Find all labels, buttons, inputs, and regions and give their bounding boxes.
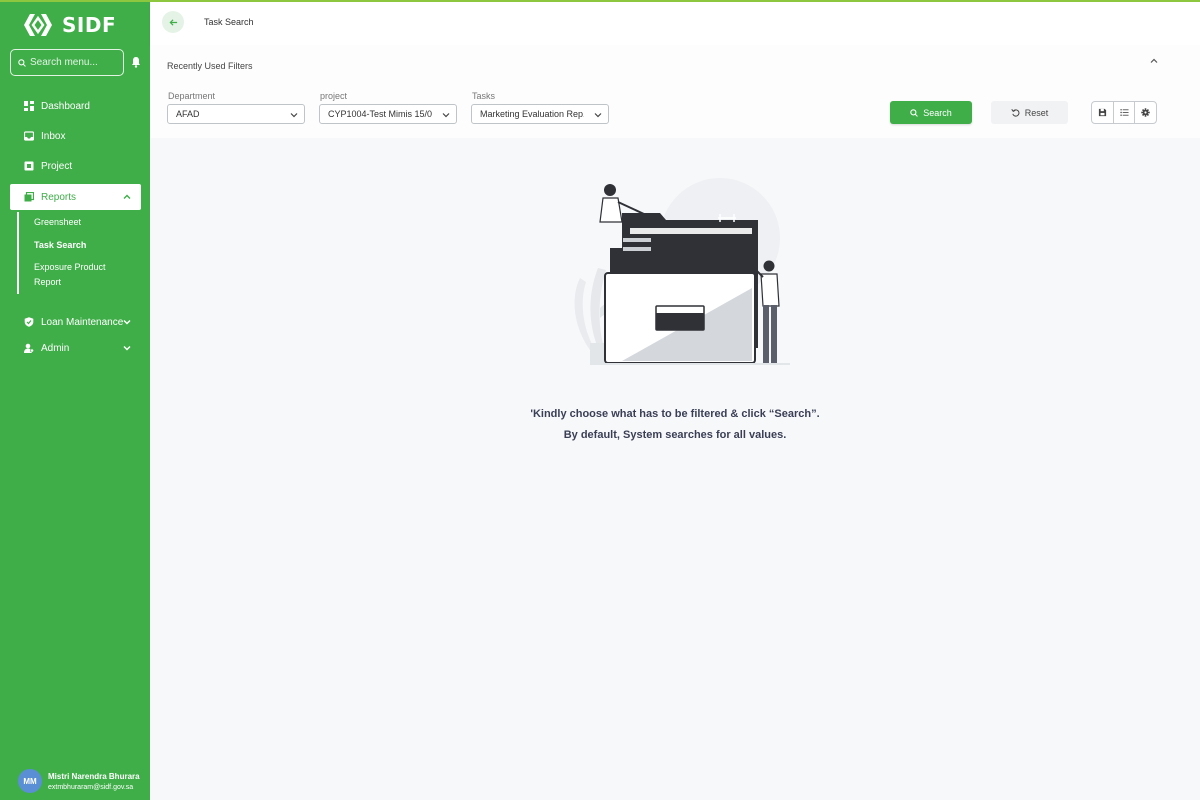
page-title: Task Search xyxy=(204,17,254,27)
chevron-down-icon xyxy=(123,346,131,351)
sidf-logo-icon xyxy=(24,14,52,36)
search-button-label: Search xyxy=(923,107,952,118)
sidebar-item-admin[interactable]: Admin xyxy=(10,335,141,361)
tasks-value: Marketing Evaluation Rep... xyxy=(480,109,584,119)
list-view-button[interactable] xyxy=(1114,102,1136,123)
sidebar: SIDF Dashboard Inbox xyxy=(0,0,150,800)
sidebar-subitem-task-search[interactable]: Task Search xyxy=(34,238,134,253)
sidebar-item-project[interactable]: Project xyxy=(10,153,141,179)
chevron-up-icon[interactable] xyxy=(1150,57,1158,65)
sidebar-item-label: Inbox xyxy=(41,130,66,142)
brand-name: SIDF xyxy=(62,13,117,37)
user-profile[interactable]: MM Mistri Narendra Bhurara extmbhuraram@… xyxy=(18,769,142,793)
sidebar-search[interactable] xyxy=(10,49,124,76)
top-accent-line xyxy=(0,0,1200,2)
department-select[interactable]: AFAD xyxy=(167,104,305,124)
chevron-down-icon xyxy=(123,320,131,325)
chevron-down-icon xyxy=(594,113,602,118)
tasks-label: Tasks xyxy=(472,91,496,101)
department-value: AFAD xyxy=(176,109,200,119)
chevron-up-icon xyxy=(123,194,131,199)
filter-panel-title: Recently Used Filters xyxy=(167,61,253,71)
save-icon xyxy=(1098,108,1106,117)
brand-logo[interactable]: SIDF xyxy=(22,12,116,38)
dashboard-icon xyxy=(24,101,34,111)
settings-button[interactable] xyxy=(1135,102,1156,123)
sidebar-item-label: Loan Maintenance xyxy=(41,316,124,328)
empty-state-illustration xyxy=(574,178,790,365)
project-label: project xyxy=(320,91,348,101)
sidebar-subitem-greensheet[interactable]: Greensheet xyxy=(34,215,134,230)
sidebar-item-inbox[interactable]: Inbox xyxy=(10,123,141,149)
back-button[interactable] xyxy=(162,11,184,33)
chevron-down-icon xyxy=(290,113,298,118)
department-label: Department xyxy=(168,91,216,101)
tasks-select[interactable]: Marketing Evaluation Rep... xyxy=(471,104,609,124)
sidebar-item-label: Project xyxy=(41,160,73,172)
sidebar-item-reports[interactable]: Reports xyxy=(10,184,141,210)
avatar: MM xyxy=(18,769,42,793)
search-icon xyxy=(910,108,919,117)
gear-icon xyxy=(1141,108,1150,117)
sidebar-item-dashboard[interactable]: Dashboard xyxy=(10,93,141,119)
save-filter-button[interactable] xyxy=(1092,102,1114,123)
sidebar-search-input[interactable] xyxy=(30,57,118,68)
page-header: Task Search xyxy=(150,2,1200,45)
project-icon xyxy=(24,161,34,171)
chevron-down-icon xyxy=(442,113,450,118)
undo-icon xyxy=(1011,109,1020,117)
notification-bell-icon[interactable] xyxy=(130,56,142,68)
project-select[interactable]: CYP1004-Test Mimis 15/0... xyxy=(319,104,457,124)
search-icon xyxy=(18,58,26,67)
sidebar-subitem-exposure-product-report[interactable]: Exposure Product Report xyxy=(34,260,134,290)
reports-icon xyxy=(24,192,34,202)
filter-panel: Recently Used Filters Department AFAD pr… xyxy=(150,45,1200,138)
inbox-icon xyxy=(24,131,34,141)
arrow-left-icon xyxy=(169,18,177,26)
shield-icon xyxy=(24,317,34,327)
reset-button[interactable]: Reset xyxy=(991,101,1068,124)
admin-icon xyxy=(24,343,34,353)
empty-state-line2: By default, System searches for all valu… xyxy=(563,429,787,441)
sidebar-item-label: Reports xyxy=(41,191,77,203)
list-icon xyxy=(1119,109,1129,116)
project-value: CYP1004-Test Mimis 15/0... xyxy=(328,109,432,119)
empty-state-line1: 'Kindly choose what has to be filtered &… xyxy=(530,408,820,420)
user-name: Mistri Narendra Bhurara xyxy=(48,771,140,781)
search-button[interactable]: Search xyxy=(890,101,972,124)
sidebar-item-label: Admin xyxy=(41,342,70,354)
submenu-indicator xyxy=(17,212,19,294)
reset-button-label: Reset xyxy=(1024,107,1049,118)
user-email: extmbhuraram@sidf.gov.sa xyxy=(48,783,134,791)
filter-actions-group xyxy=(1091,101,1157,124)
sidebar-item-label: Dashboard xyxy=(41,100,90,112)
sidebar-item-loan-maintenance[interactable]: Loan Maintenance xyxy=(10,309,141,335)
